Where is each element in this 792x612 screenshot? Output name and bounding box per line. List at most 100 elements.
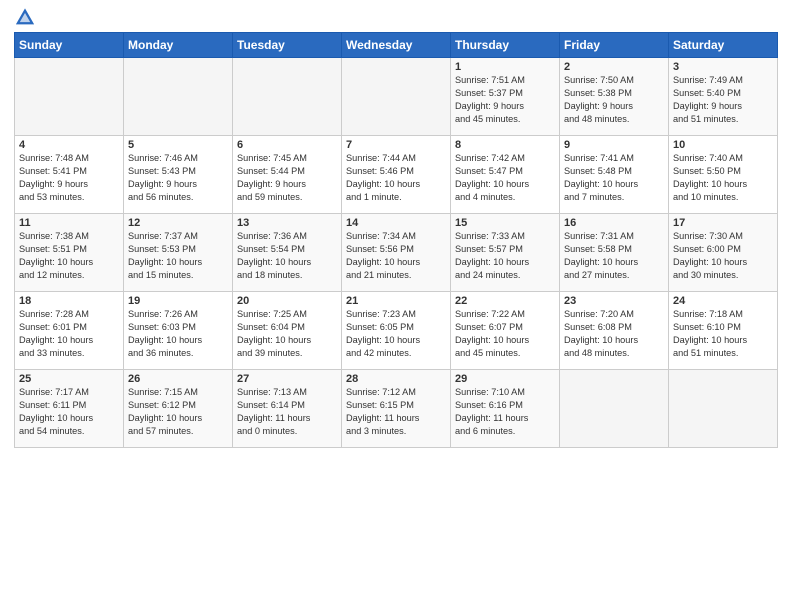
- day-info: Sunrise: 7:34 AM Sunset: 5:56 PM Dayligh…: [346, 230, 446, 282]
- day-cell: 22Sunrise: 7:22 AM Sunset: 6:07 PM Dayli…: [451, 292, 560, 370]
- day-cell: 3Sunrise: 7:49 AM Sunset: 5:40 PM Daylig…: [669, 58, 778, 136]
- day-info: Sunrise: 7:28 AM Sunset: 6:01 PM Dayligh…: [19, 308, 119, 360]
- day-number: 24: [673, 295, 773, 307]
- day-info: Sunrise: 7:22 AM Sunset: 6:07 PM Dayligh…: [455, 308, 555, 360]
- day-cell: 26Sunrise: 7:15 AM Sunset: 6:12 PM Dayli…: [124, 370, 233, 448]
- day-number: 12: [128, 217, 228, 229]
- day-number: 11: [19, 217, 119, 229]
- day-info: Sunrise: 7:44 AM Sunset: 5:46 PM Dayligh…: [346, 152, 446, 204]
- day-cell: 13Sunrise: 7:36 AM Sunset: 5:54 PM Dayli…: [233, 214, 342, 292]
- day-info: Sunrise: 7:38 AM Sunset: 5:51 PM Dayligh…: [19, 230, 119, 282]
- day-info: Sunrise: 7:49 AM Sunset: 5:40 PM Dayligh…: [673, 74, 773, 126]
- col-header-monday: Monday: [124, 33, 233, 58]
- day-info: Sunrise: 7:36 AM Sunset: 5:54 PM Dayligh…: [237, 230, 337, 282]
- day-info: Sunrise: 7:30 AM Sunset: 6:00 PM Dayligh…: [673, 230, 773, 282]
- day-cell: 1Sunrise: 7:51 AM Sunset: 5:37 PM Daylig…: [451, 58, 560, 136]
- day-info: Sunrise: 7:33 AM Sunset: 5:57 PM Dayligh…: [455, 230, 555, 282]
- day-number: 16: [564, 217, 664, 229]
- day-number: 19: [128, 295, 228, 307]
- day-cell: 11Sunrise: 7:38 AM Sunset: 5:51 PM Dayli…: [15, 214, 124, 292]
- day-cell: [124, 58, 233, 136]
- col-header-tuesday: Tuesday: [233, 33, 342, 58]
- day-number: 26: [128, 373, 228, 385]
- day-info: Sunrise: 7:41 AM Sunset: 5:48 PM Dayligh…: [564, 152, 664, 204]
- day-number: 9: [564, 139, 664, 151]
- day-cell: 27Sunrise: 7:13 AM Sunset: 6:14 PM Dayli…: [233, 370, 342, 448]
- day-cell: 29Sunrise: 7:10 AM Sunset: 6:16 PM Dayli…: [451, 370, 560, 448]
- day-number: 1: [455, 61, 555, 73]
- day-cell: [342, 58, 451, 136]
- day-info: Sunrise: 7:51 AM Sunset: 5:37 PM Dayligh…: [455, 74, 555, 126]
- day-info: Sunrise: 7:48 AM Sunset: 5:41 PM Dayligh…: [19, 152, 119, 204]
- day-number: 5: [128, 139, 228, 151]
- calendar-header-row: SundayMondayTuesdayWednesdayThursdayFrid…: [15, 33, 778, 58]
- day-info: Sunrise: 7:46 AM Sunset: 5:43 PM Dayligh…: [128, 152, 228, 204]
- week-row-4: 18Sunrise: 7:28 AM Sunset: 6:01 PM Dayli…: [15, 292, 778, 370]
- day-cell: 5Sunrise: 7:46 AM Sunset: 5:43 PM Daylig…: [124, 136, 233, 214]
- day-cell: [233, 58, 342, 136]
- day-number: 28: [346, 373, 446, 385]
- day-number: 2: [564, 61, 664, 73]
- day-number: 6: [237, 139, 337, 151]
- day-number: 27: [237, 373, 337, 385]
- day-cell: 7Sunrise: 7:44 AM Sunset: 5:46 PM Daylig…: [342, 136, 451, 214]
- day-number: 25: [19, 373, 119, 385]
- day-cell: 19Sunrise: 7:26 AM Sunset: 6:03 PM Dayli…: [124, 292, 233, 370]
- day-number: 21: [346, 295, 446, 307]
- day-cell: 24Sunrise: 7:18 AM Sunset: 6:10 PM Dayli…: [669, 292, 778, 370]
- week-row-1: 1Sunrise: 7:51 AM Sunset: 5:37 PM Daylig…: [15, 58, 778, 136]
- day-info: Sunrise: 7:17 AM Sunset: 6:11 PM Dayligh…: [19, 386, 119, 438]
- day-cell: 2Sunrise: 7:50 AM Sunset: 5:38 PM Daylig…: [560, 58, 669, 136]
- day-info: Sunrise: 7:20 AM Sunset: 6:08 PM Dayligh…: [564, 308, 664, 360]
- day-number: 8: [455, 139, 555, 151]
- day-number: 20: [237, 295, 337, 307]
- day-number: 18: [19, 295, 119, 307]
- col-header-saturday: Saturday: [669, 33, 778, 58]
- week-row-3: 11Sunrise: 7:38 AM Sunset: 5:51 PM Dayli…: [15, 214, 778, 292]
- day-info: Sunrise: 7:25 AM Sunset: 6:04 PM Dayligh…: [237, 308, 337, 360]
- day-number: 7: [346, 139, 446, 151]
- day-cell: 20Sunrise: 7:25 AM Sunset: 6:04 PM Dayli…: [233, 292, 342, 370]
- day-info: Sunrise: 7:45 AM Sunset: 5:44 PM Dayligh…: [237, 152, 337, 204]
- day-cell: 10Sunrise: 7:40 AM Sunset: 5:50 PM Dayli…: [669, 136, 778, 214]
- day-info: Sunrise: 7:13 AM Sunset: 6:14 PM Dayligh…: [237, 386, 337, 438]
- day-cell: 16Sunrise: 7:31 AM Sunset: 5:58 PM Dayli…: [560, 214, 669, 292]
- day-cell: 25Sunrise: 7:17 AM Sunset: 6:11 PM Dayli…: [15, 370, 124, 448]
- day-cell: 12Sunrise: 7:37 AM Sunset: 5:53 PM Dayli…: [124, 214, 233, 292]
- day-info: Sunrise: 7:26 AM Sunset: 6:03 PM Dayligh…: [128, 308, 228, 360]
- day-cell: 23Sunrise: 7:20 AM Sunset: 6:08 PM Dayli…: [560, 292, 669, 370]
- calendar: SundayMondayTuesdayWednesdayThursdayFrid…: [14, 32, 778, 448]
- day-number: 29: [455, 373, 555, 385]
- day-cell: 15Sunrise: 7:33 AM Sunset: 5:57 PM Dayli…: [451, 214, 560, 292]
- day-info: Sunrise: 7:15 AM Sunset: 6:12 PM Dayligh…: [128, 386, 228, 438]
- col-header-thursday: Thursday: [451, 33, 560, 58]
- day-info: Sunrise: 7:42 AM Sunset: 5:47 PM Dayligh…: [455, 152, 555, 204]
- day-cell: 17Sunrise: 7:30 AM Sunset: 6:00 PM Dayli…: [669, 214, 778, 292]
- day-number: 15: [455, 217, 555, 229]
- day-number: 4: [19, 139, 119, 151]
- day-number: 23: [564, 295, 664, 307]
- day-info: Sunrise: 7:12 AM Sunset: 6:15 PM Dayligh…: [346, 386, 446, 438]
- day-info: Sunrise: 7:18 AM Sunset: 6:10 PM Dayligh…: [673, 308, 773, 360]
- day-info: Sunrise: 7:10 AM Sunset: 6:16 PM Dayligh…: [455, 386, 555, 438]
- day-cell: 4Sunrise: 7:48 AM Sunset: 5:41 PM Daylig…: [15, 136, 124, 214]
- col-header-friday: Friday: [560, 33, 669, 58]
- day-info: Sunrise: 7:37 AM Sunset: 5:53 PM Dayligh…: [128, 230, 228, 282]
- day-number: 10: [673, 139, 773, 151]
- day-cell: 18Sunrise: 7:28 AM Sunset: 6:01 PM Dayli…: [15, 292, 124, 370]
- day-cell: 8Sunrise: 7:42 AM Sunset: 5:47 PM Daylig…: [451, 136, 560, 214]
- day-cell: 28Sunrise: 7:12 AM Sunset: 6:15 PM Dayli…: [342, 370, 451, 448]
- day-number: 14: [346, 217, 446, 229]
- day-number: 3: [673, 61, 773, 73]
- day-cell: 21Sunrise: 7:23 AM Sunset: 6:05 PM Dayli…: [342, 292, 451, 370]
- day-info: Sunrise: 7:40 AM Sunset: 5:50 PM Dayligh…: [673, 152, 773, 204]
- logo-icon: [16, 8, 34, 26]
- week-row-5: 25Sunrise: 7:17 AM Sunset: 6:11 PM Dayli…: [15, 370, 778, 448]
- day-info: Sunrise: 7:23 AM Sunset: 6:05 PM Dayligh…: [346, 308, 446, 360]
- header: [14, 10, 778, 26]
- day-number: 22: [455, 295, 555, 307]
- day-cell: 6Sunrise: 7:45 AM Sunset: 5:44 PM Daylig…: [233, 136, 342, 214]
- day-cell: 14Sunrise: 7:34 AM Sunset: 5:56 PM Dayli…: [342, 214, 451, 292]
- day-cell: 9Sunrise: 7:41 AM Sunset: 5:48 PM Daylig…: [560, 136, 669, 214]
- logo: [14, 10, 34, 26]
